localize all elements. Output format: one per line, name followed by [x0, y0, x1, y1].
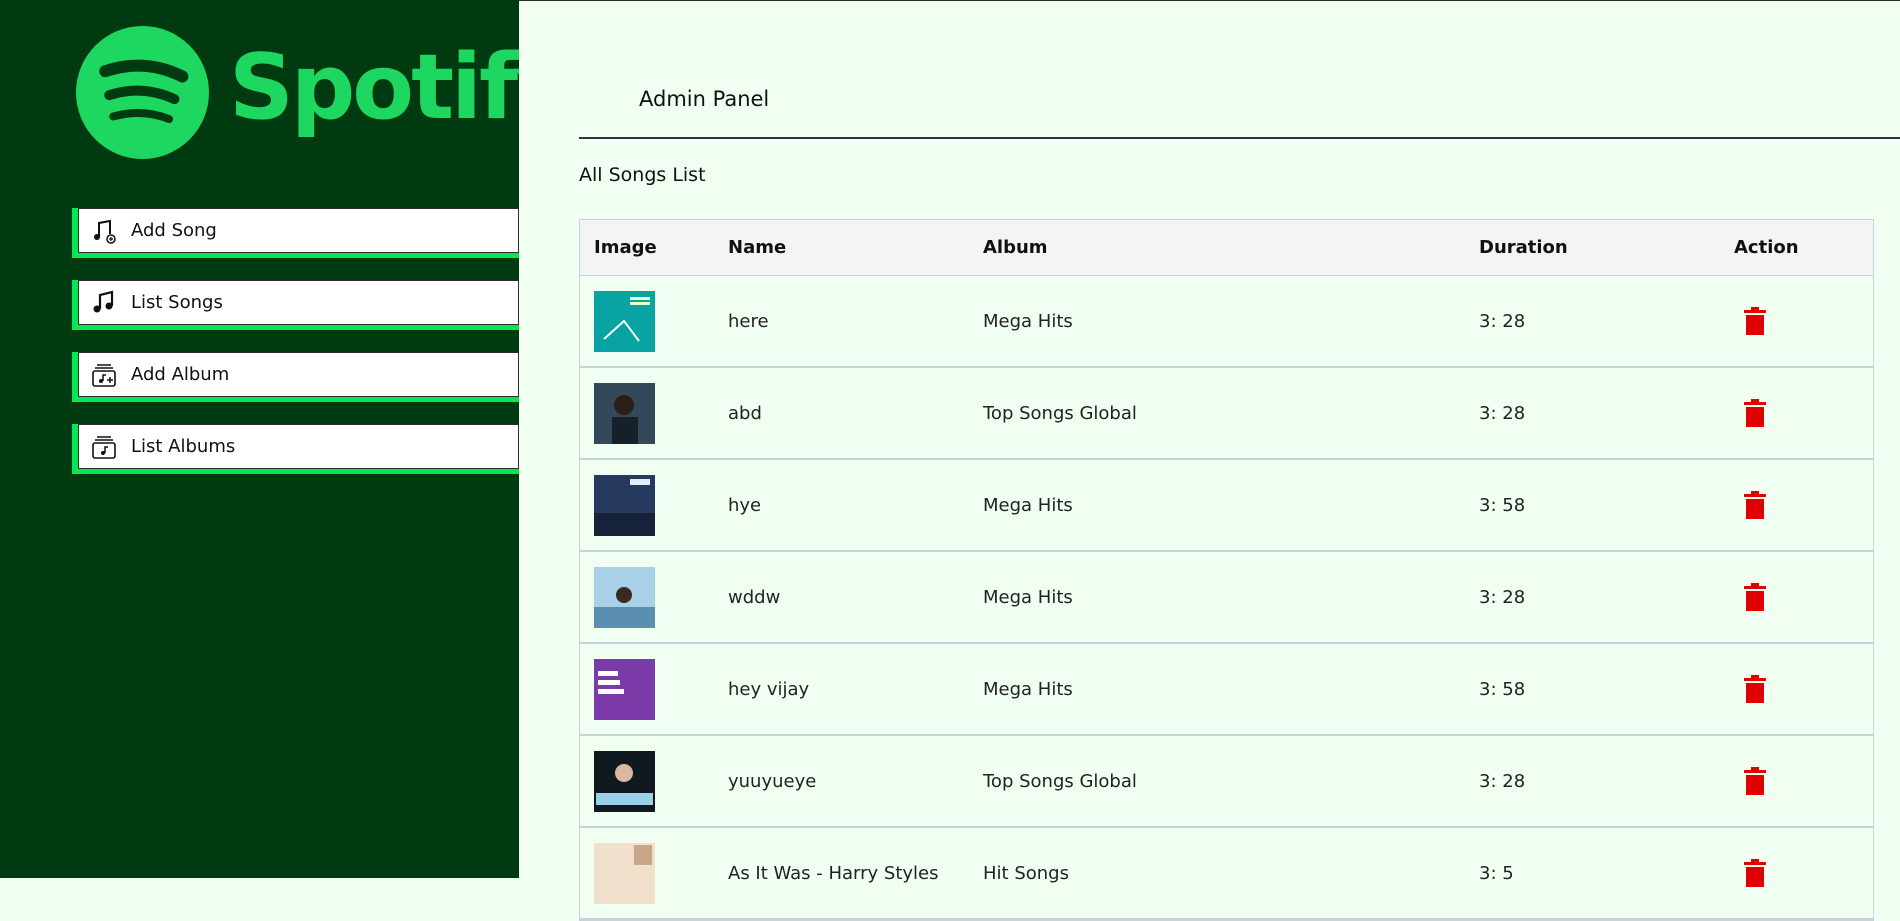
table-row: abd Top Songs Global 3: 28	[580, 368, 1873, 460]
song-album: Mega Hits	[983, 310, 1073, 332]
column-header-action: Action	[1734, 237, 1799, 258]
nav-label: Add Song	[131, 220, 217, 241]
songs-table: Image Name Album Duration Action here Me…	[579, 219, 1874, 921]
table-row: yuuyueye Top Songs Global 3: 28	[580, 736, 1873, 828]
song-album: Mega Hits	[983, 678, 1073, 700]
nav-add-album[interactable]: Add Album	[72, 352, 519, 402]
add-song-icon	[94, 219, 116, 244]
song-cover-image	[594, 842, 655, 904]
nav-label: List Songs	[131, 292, 223, 313]
song-cover-image	[594, 658, 655, 720]
trash-icon[interactable]	[1744, 491, 1766, 519]
song-album: Mega Hits	[983, 494, 1073, 516]
trash-icon[interactable]	[1744, 859, 1766, 887]
song-album: Hit Songs	[983, 862, 1069, 884]
brand-name: Spotify	[229, 34, 519, 140]
song-cover-image	[594, 290, 655, 352]
nav-label: Add Album	[131, 364, 230, 385]
song-name: yuuyueye	[728, 770, 817, 792]
song-duration: 3: 28	[1479, 402, 1526, 424]
song-cover-image	[594, 474, 655, 536]
table-row: As It Was - Harry Styles Hit Songs 3: 5	[580, 828, 1873, 920]
page-title: Admin Panel	[639, 87, 770, 111]
column-header-album: Album	[983, 237, 1048, 258]
trash-icon[interactable]	[1744, 583, 1766, 611]
add-album-icon	[92, 363, 116, 387]
column-header-name: Name	[728, 237, 787, 258]
song-album: Top Songs Global	[983, 402, 1137, 424]
song-name: abd	[728, 402, 762, 424]
song-album: Top Songs Global	[983, 770, 1137, 792]
album-icon	[92, 435, 116, 459]
song-duration: 3: 58	[1479, 678, 1526, 700]
song-cover-image	[594, 566, 655, 628]
column-header-duration: Duration	[1479, 237, 1568, 258]
trash-icon[interactable]	[1744, 307, 1766, 335]
song-cover-image	[594, 750, 655, 812]
spotify-icon	[76, 26, 209, 159]
nav-list-songs[interactable]: List Songs	[72, 280, 519, 330]
song-duration: 3: 58	[1479, 494, 1526, 516]
spotify-logo[interactable]: Spotify ®	[76, 26, 519, 159]
topbar: Admin Panel	[579, 1, 1900, 139]
song-name: hey vijay	[728, 678, 810, 700]
table-header: Image Name Album Duration Action	[580, 220, 1873, 276]
trash-icon[interactable]	[1744, 675, 1766, 703]
table-row: hey vijay Mega Hits 3: 58	[580, 644, 1873, 736]
table-row: hye Mega Hits 3: 58	[580, 460, 1873, 552]
nav-list-albums[interactable]: List Albums	[72, 424, 519, 474]
song-duration: 3: 28	[1479, 586, 1526, 608]
main-content: Admin Panel All Songs List Image Name Al…	[519, 0, 1900, 921]
trash-icon[interactable]	[1744, 399, 1766, 427]
song-duration: 3: 28	[1479, 310, 1526, 332]
table-row: wddw Mega Hits 3: 28	[580, 552, 1873, 644]
song-name: hye	[728, 494, 762, 516]
table-row: here Mega Hits 3: 28	[580, 276, 1873, 368]
music-note-icon	[93, 290, 114, 312]
song-album: Mega Hits	[983, 586, 1073, 608]
section-title: All Songs List	[579, 164, 706, 186]
song-name: wddw	[728, 586, 781, 608]
nav-label: List Albums	[131, 436, 236, 457]
song-name: here	[728, 310, 769, 332]
song-duration: 3: 5	[1479, 862, 1514, 884]
nav-add-song[interactable]: Add Song	[72, 208, 519, 258]
song-name: As It Was - Harry Styles	[728, 862, 939, 884]
trash-icon[interactable]	[1744, 767, 1766, 795]
sidebar: Spotify ® Add Song List Songs	[0, 0, 519, 878]
song-cover-image	[594, 382, 655, 444]
column-header-image: Image	[594, 237, 657, 258]
song-duration: 3: 28	[1479, 770, 1526, 792]
